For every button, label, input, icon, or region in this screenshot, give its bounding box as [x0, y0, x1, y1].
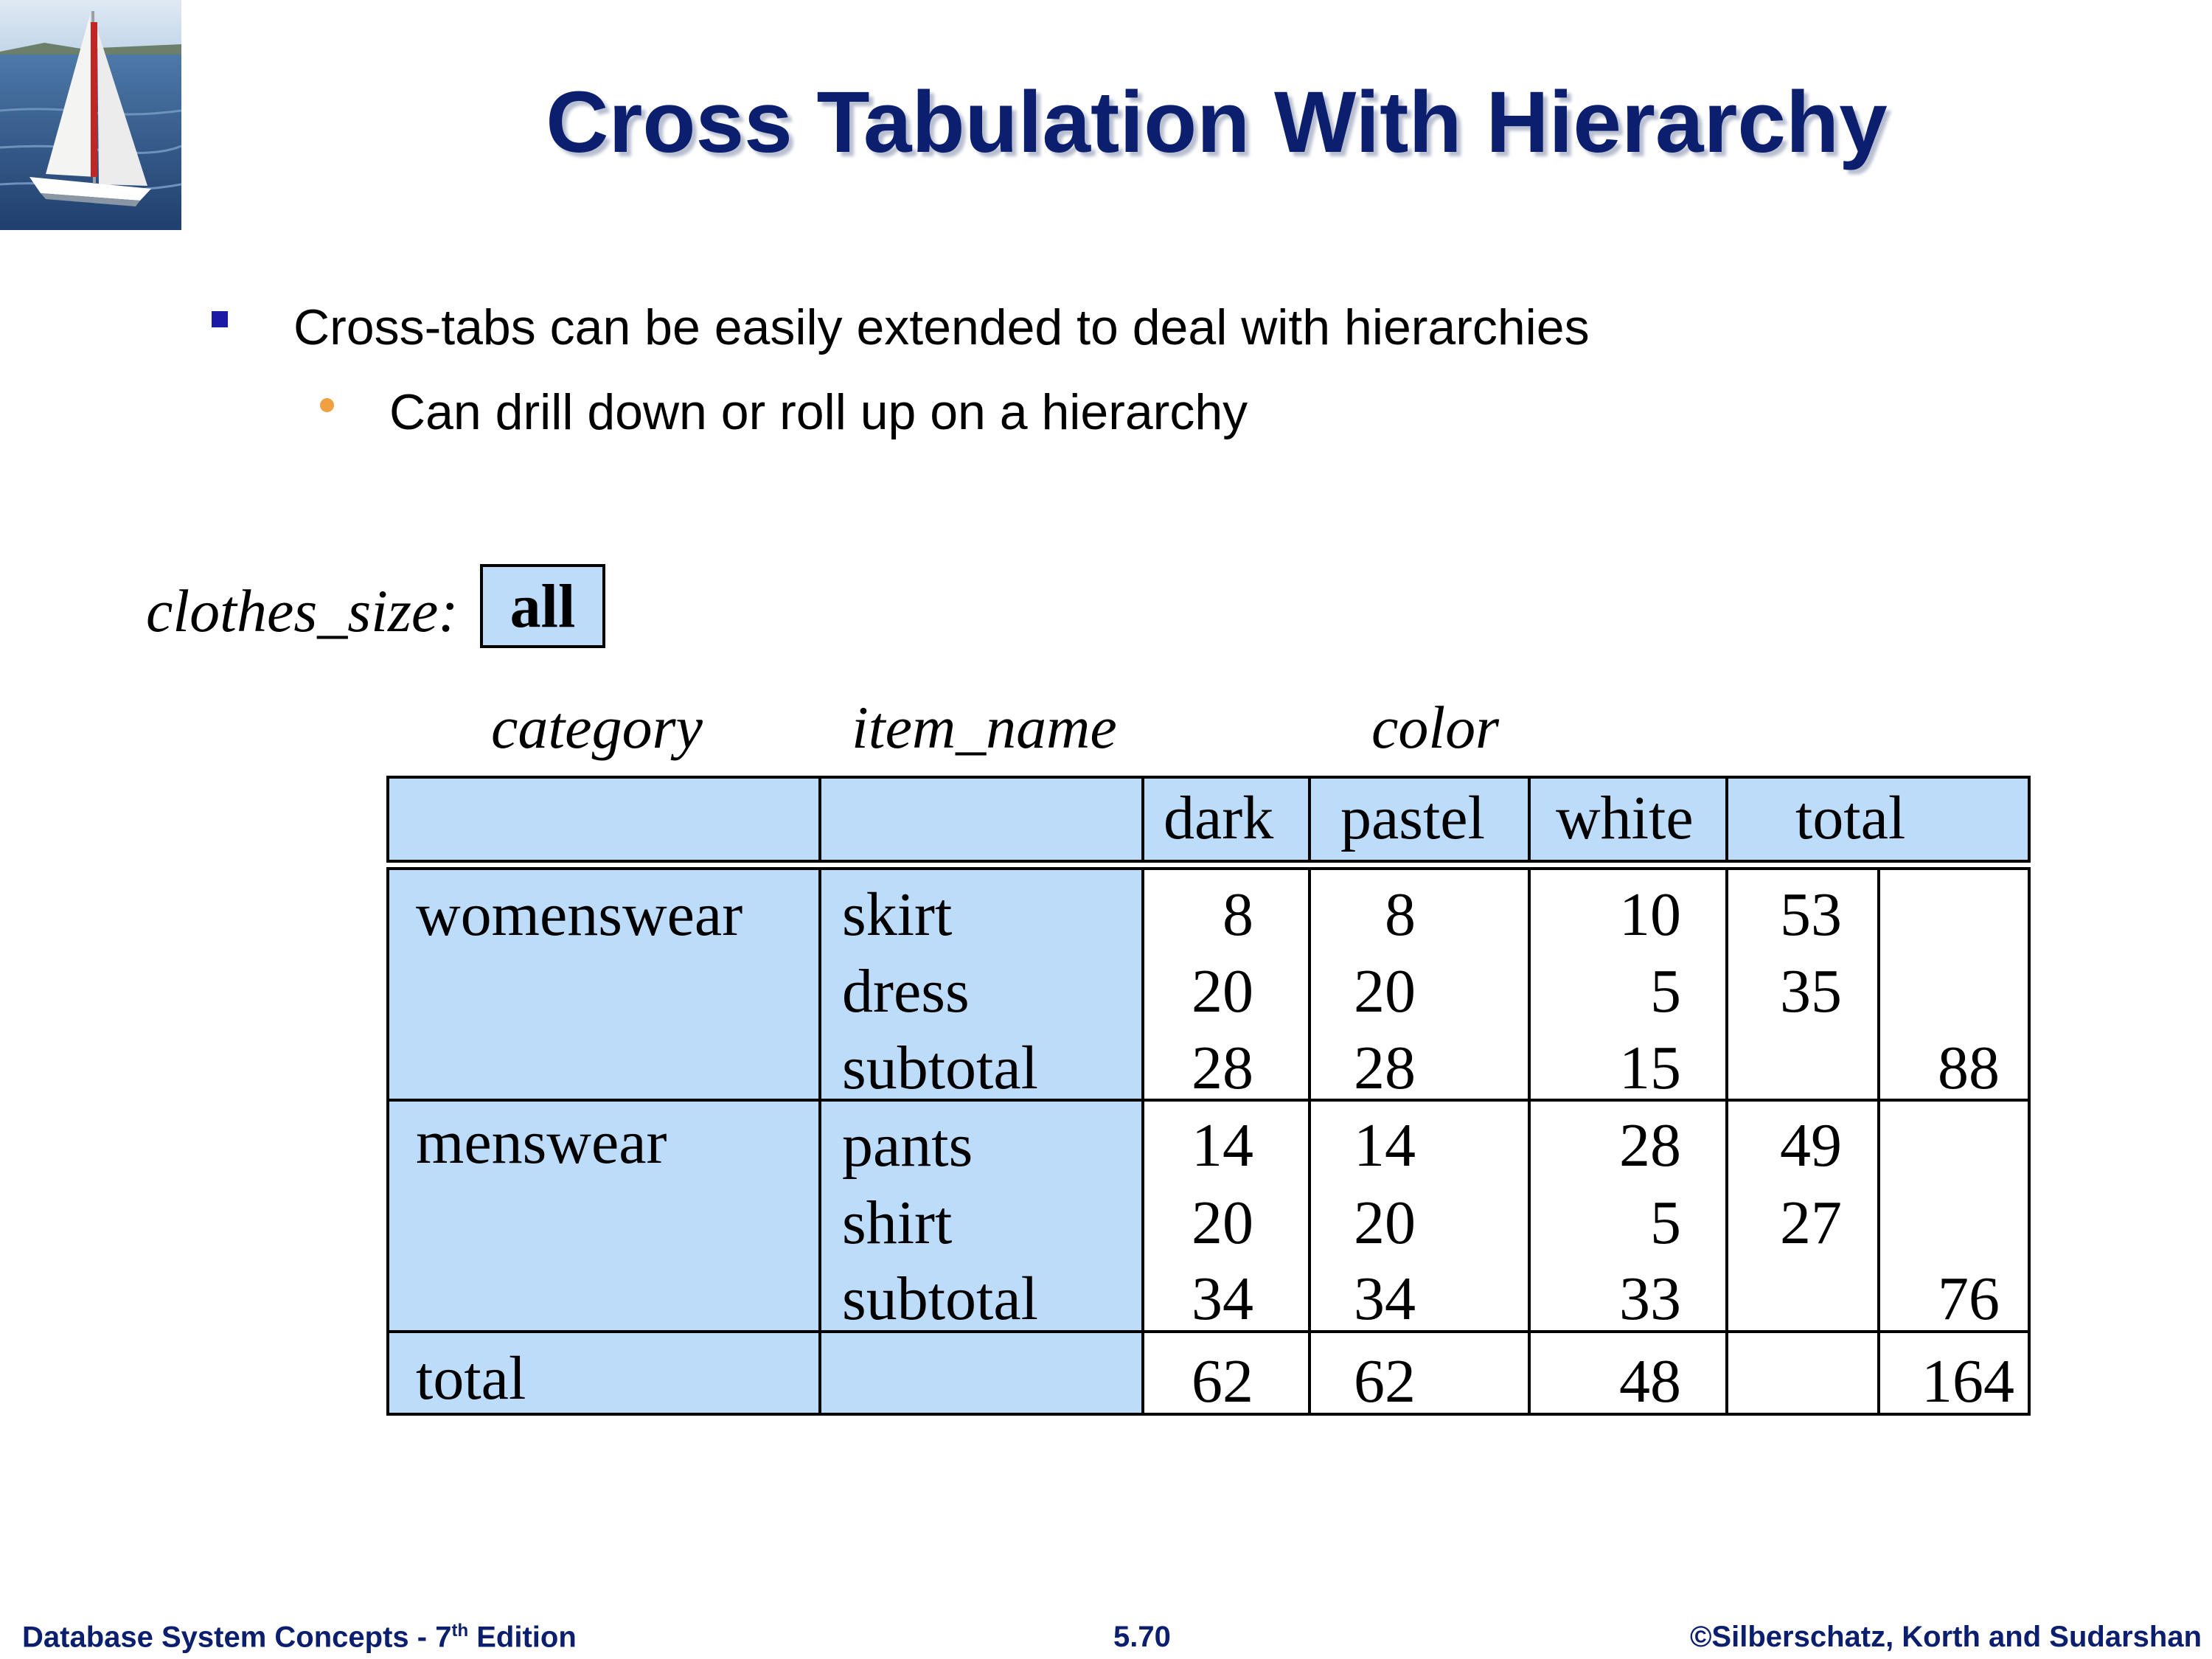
cell-dark: 20	[1192, 1189, 1253, 1257]
cell-dark: 62	[1192, 1347, 1253, 1416]
bullet-square-icon	[212, 311, 228, 327]
item-label: subtotal	[842, 1034, 1038, 1102]
col-header-total: total	[1795, 784, 1906, 852]
col-header-white: white	[1556, 784, 1694, 852]
footer-book-title: Database System Concepts - 7th Edition	[22, 1621, 577, 1654]
category-label: womenswear	[416, 880, 743, 949]
item-name-dimension-label: item_name	[852, 694, 1117, 761]
item-label: dress	[842, 957, 970, 1026]
cell-dark: 8	[1222, 880, 1253, 949]
cell-white: 48	[1619, 1347, 1681, 1416]
cell-subtotal: 88	[1938, 1034, 2000, 1102]
col-header-dark: dark	[1164, 784, 1274, 852]
cell-white: 5	[1650, 957, 1681, 1026]
cell-dark: 28	[1192, 1034, 1253, 1102]
cell-pastel: 14	[1354, 1111, 1416, 1180]
item-label: subtotal	[842, 1265, 1038, 1333]
cell-white: 5	[1650, 1189, 1681, 1257]
cell-total: 27	[1780, 1189, 1842, 1257]
cell-subtotal: 76	[1938, 1265, 2000, 1333]
bullet-dot-icon	[320, 398, 334, 412]
sailboat-logo	[0, 0, 181, 230]
cell-pastel: 62	[1354, 1347, 1416, 1416]
cell-dark: 20	[1192, 957, 1253, 1026]
cell-white: 28	[1619, 1111, 1681, 1180]
cell-total: 49	[1780, 1111, 1842, 1180]
item-label: pants	[842, 1111, 973, 1180]
bullet-text: Cross-tabs can be easily extended to dea…	[293, 299, 1590, 355]
cell-pastel: 28	[1354, 1034, 1416, 1102]
footer-page-number: 5.70	[1113, 1621, 1171, 1653]
cell-pastel: 20	[1354, 1189, 1416, 1257]
cell-white: 33	[1619, 1265, 1681, 1333]
sub-bullet-text: Can drill down or roll up on a hierarchy	[389, 384, 1248, 440]
cell-dark: 34	[1192, 1265, 1253, 1333]
cell-white: 15	[1619, 1034, 1681, 1102]
category-dimension-label: category	[491, 694, 703, 761]
cell-grand-total: 164	[1921, 1347, 2014, 1416]
cell-pastel: 20	[1354, 957, 1416, 1026]
col-header-pastel: pastel	[1340, 784, 1485, 852]
cell-pastel: 8	[1385, 880, 1416, 949]
category-label: menswear	[416, 1108, 667, 1177]
cell-dark: 14	[1192, 1111, 1253, 1180]
size-value-box: all	[480, 564, 605, 648]
cell-white: 10	[1619, 880, 1681, 949]
color-dimension-label: color	[1371, 694, 1500, 761]
total-row-label: total	[416, 1344, 526, 1413]
cell-pastel: 34	[1354, 1265, 1416, 1333]
cell-total: 35	[1780, 957, 1842, 1026]
item-label: skirt	[842, 880, 953, 949]
size-dimension-label: clothes_size:	[146, 577, 459, 644]
item-label: shirt	[842, 1189, 953, 1257]
slide-title: Cross Tabulation With Hierarchy	[546, 74, 1888, 171]
footer-copyright: ©Silberschatz, Korth and Sudarshan	[1689, 1621, 2202, 1653]
cell-total: 53	[1780, 880, 1842, 949]
